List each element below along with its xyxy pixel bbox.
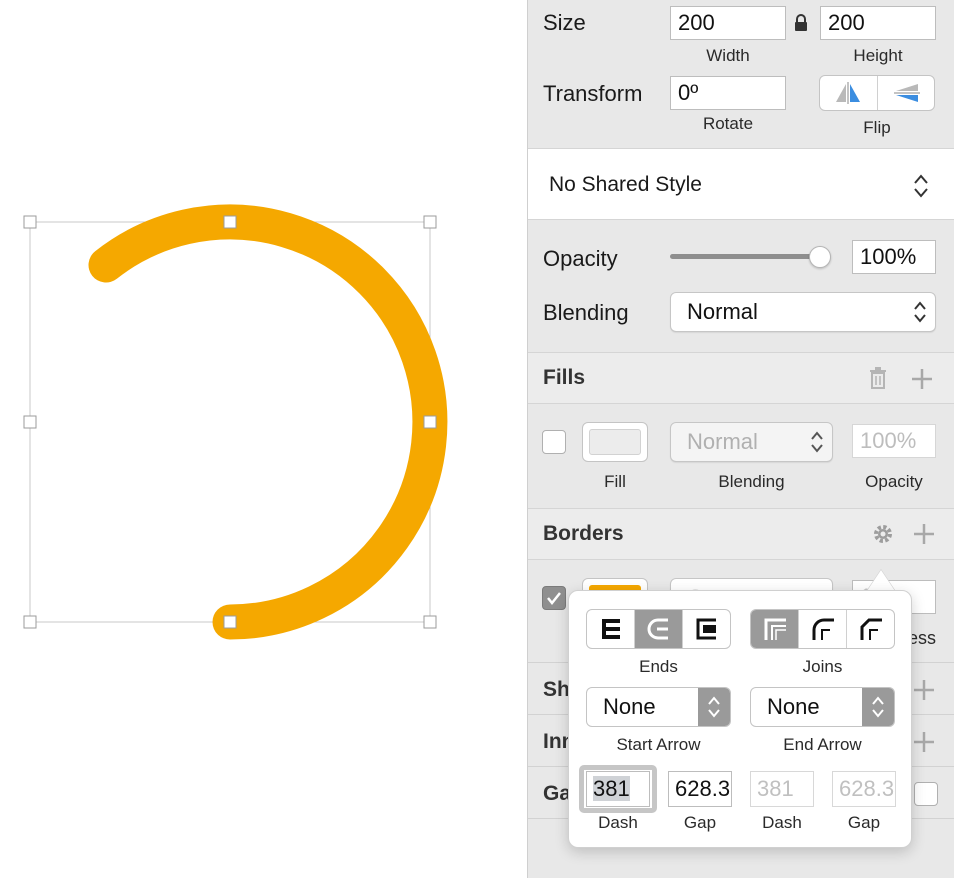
blending-label: Blending: [543, 300, 629, 325]
checkmark-icon: [547, 592, 561, 606]
gap2-label: Gap: [847, 813, 881, 832]
chevron-updown-icon: [914, 301, 926, 323]
border-enabled-checkbox[interactable]: [542, 586, 566, 610]
dash1-label: Dash: [598, 813, 638, 832]
borders-title: Borders: [543, 522, 624, 545]
handle-middle-right[interactable]: [423, 415, 437, 429]
flip-control: [819, 75, 935, 111]
flip-label: Flip: [863, 118, 891, 137]
shared-style-value: No Shared Style: [549, 173, 702, 196]
ends-segmented-control: [586, 609, 731, 649]
bevel-join-button[interactable]: [847, 610, 894, 648]
shared-style-select[interactable]: No Shared Style: [528, 148, 954, 220]
end-arrow-select[interactable]: None: [750, 687, 895, 727]
square-end-icon: [696, 618, 716, 640]
height-field[interactable]: 200: [820, 6, 936, 40]
start-arrow-stepper: [698, 688, 730, 726]
fill-blending-select[interactable]: Normal: [670, 422, 833, 462]
fill-blending-label: Blending: [718, 472, 785, 491]
size-label: Size: [543, 10, 586, 35]
add-shadow-icon[interactable]: [912, 678, 936, 702]
round-end-button[interactable]: [635, 610, 683, 648]
joins-label: Joins: [802, 657, 843, 676]
butt-end-button[interactable]: [587, 610, 635, 648]
width-label: Width: [706, 46, 750, 65]
height-label: Height: [853, 46, 903, 65]
canvas-artwork: [23, 204, 448, 640]
flip-vertical-button[interactable]: [878, 76, 935, 110]
square-end-button[interactable]: [683, 610, 730, 648]
fill-label: Fill: [604, 472, 626, 491]
dash2-field[interactable]: 381: [750, 771, 814, 807]
handle-top-center[interactable]: [223, 215, 237, 229]
add-inner-shadow-icon[interactable]: [912, 730, 936, 754]
handle-middle-left[interactable]: [23, 415, 37, 429]
flip-vertical-icon: [893, 84, 920, 102]
fill-color-swatch: [589, 429, 641, 455]
round-end-icon: [647, 618, 668, 640]
handle-top-left[interactable]: [23, 215, 37, 229]
bevel-join-icon: [860, 618, 882, 640]
chevron-updown-icon: [914, 174, 928, 198]
fill-opacity-label: Opacity: [865, 472, 923, 491]
width-field[interactable]: 200: [670, 6, 786, 40]
gear-icon[interactable]: [871, 522, 895, 546]
miter-join-icon: [764, 618, 786, 640]
butt-end-icon: [601, 619, 620, 639]
gaussian-blur-title: Ga: [543, 782, 572, 805]
handle-bottom-right[interactable]: [423, 615, 437, 629]
start-arrow-value: None: [603, 694, 656, 719]
start-arrow-select[interactable]: None: [586, 687, 731, 727]
fill-enabled-checkbox[interactable]: [542, 430, 566, 454]
handle-bottom-left[interactable]: [23, 615, 37, 629]
arc-shape[interactable]: [88, 204, 448, 640]
chevron-updown-icon: [708, 696, 720, 718]
opacity-slider-knob[interactable]: [809, 246, 831, 268]
dash2-label: Dash: [762, 813, 802, 832]
miter-join-button[interactable]: [751, 610, 799, 648]
blur-enabled-checkbox[interactable]: [914, 782, 938, 806]
chevron-updown-icon: [811, 431, 823, 453]
fill-blending-value: Normal: [687, 429, 758, 454]
fills-section-header: Fills: [528, 352, 954, 404]
add-fill-icon[interactable]: [910, 367, 934, 391]
ends-label: Ends: [639, 657, 678, 676]
border-options-popover: Ends Joins None Start Arrow None End Arr…: [568, 590, 912, 848]
handle-bottom-center[interactable]: [223, 615, 237, 629]
joins-segmented-control: [750, 609, 895, 649]
trash-icon[interactable]: [869, 367, 887, 389]
dash1-field[interactable]: 381: [586, 771, 650, 807]
canvas[interactable]: [0, 0, 527, 878]
opacity-slider-track[interactable]: [670, 254, 820, 259]
fills-title: Fills: [543, 366, 586, 389]
gap1-label: Gap: [683, 813, 717, 832]
blending-value: Normal: [687, 299, 758, 324]
flip-horizontal-button[interactable]: [820, 76, 878, 110]
dash1-value: 381: [593, 776, 630, 801]
flip-horizontal-icon: [836, 82, 861, 104]
fill-opacity-field[interactable]: 100%: [852, 424, 936, 458]
end-arrow-value: None: [767, 694, 820, 719]
lock-icon[interactable]: [794, 14, 808, 32]
popover-arrow: [867, 570, 895, 591]
transform-label: Transform: [543, 81, 643, 106]
gap1-field[interactable]: 628.3: [668, 771, 732, 807]
opacity-label: Opacity: [543, 246, 618, 271]
add-border-icon[interactable]: [912, 522, 936, 546]
round-join-button[interactable]: [799, 610, 847, 648]
rotate-field[interactable]: 0º: [670, 76, 786, 110]
blending-select[interactable]: Normal: [670, 292, 936, 332]
rotate-label: Rotate: [702, 114, 754, 133]
start-arrow-label: Start Arrow: [616, 735, 701, 754]
end-arrow-stepper: [862, 688, 894, 726]
borders-section-header: Borders: [528, 508, 954, 560]
gap2-field[interactable]: 628.3: [832, 771, 896, 807]
opacity-field[interactable]: 100%: [852, 240, 936, 274]
round-join-icon: [812, 618, 834, 640]
fill-color-well[interactable]: [582, 422, 648, 462]
chevron-updown-icon: [872, 696, 884, 718]
end-arrow-label: End Arrow: [783, 735, 862, 754]
handle-top-right[interactable]: [423, 215, 437, 229]
